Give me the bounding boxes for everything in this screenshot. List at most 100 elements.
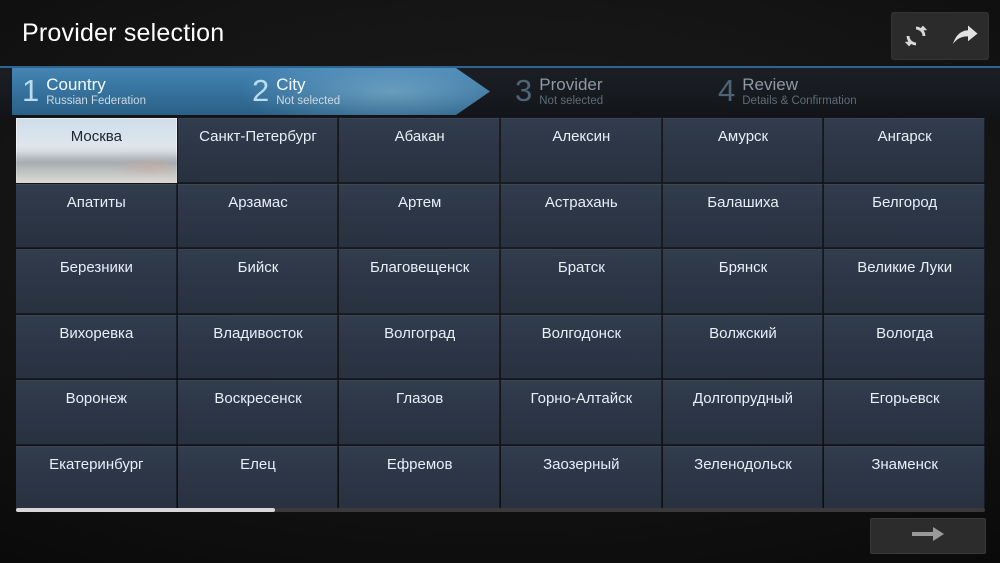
city-cell[interactable]: Елец <box>177 445 339 511</box>
city-cell[interactable]: Брянск <box>662 249 824 314</box>
city-cell[interactable]: Амурск <box>662 118 824 183</box>
city-cell[interactable]: Алексин <box>501 118 662 183</box>
step-city[interactable]: 2 City Not selected <box>252 68 340 115</box>
city-cell[interactable]: Волгодонск <box>501 314 662 380</box>
step-review-number: 4 <box>718 73 736 108</box>
forward-button[interactable] <box>944 15 986 57</box>
city-cell[interactable]: Санкт-Петербург <box>177 118 339 183</box>
city-cell-label: Артем <box>397 193 442 211</box>
city-cell-label: Алексин <box>552 128 611 145</box>
city-cell-label: Брянск <box>718 259 768 277</box>
city-cell-label: Березники <box>59 259 133 277</box>
city-cell[interactable]: Долгопрудный <box>662 380 824 445</box>
city-cell-label: Белгород <box>872 193 938 211</box>
city-cell-label: Волжский <box>709 324 777 342</box>
city-cell[interactable]: Астрахань <box>501 183 662 249</box>
city-cell-label: Зеленодольск <box>694 455 792 473</box>
city-cell[interactable]: Горно-Алтайск <box>501 380 662 445</box>
header-toolbar <box>891 12 989 60</box>
city-cell-label: Благовещенск <box>370 259 470 277</box>
city-cell[interactable]: Воскресенск <box>177 380 339 445</box>
city-cell[interactable]: Москва <box>16 118 177 183</box>
step-provider-number: 3 <box>515 73 533 108</box>
forward-arrow-icon <box>951 24 979 48</box>
city-cell[interactable]: Апатиты <box>16 183 177 249</box>
step-provider-value: Not selected <box>539 95 604 107</box>
city-cell-label: Екатеринбург <box>49 455 144 473</box>
city-cell[interactable]: Егорьевск <box>824 380 985 445</box>
refresh-button[interactable] <box>895 15 937 57</box>
step-breadcrumb: 1 Country Russian Federation 2 City Not … <box>0 66 1000 117</box>
city-cell-label: Санкт-Петербург <box>199 128 317 145</box>
right-arrow-icon <box>911 524 945 549</box>
step-review-label: Review <box>742 75 798 94</box>
city-cell[interactable]: Березники <box>16 249 177 314</box>
city-cell-label: Воронеж <box>65 390 128 408</box>
city-cell[interactable]: Заозерный <box>501 445 662 511</box>
city-cell-label: Астрахань <box>544 193 618 211</box>
city-cell[interactable]: Белгород <box>824 183 985 249</box>
city-cell[interactable]: Екатеринбург <box>16 445 177 511</box>
city-cell-label: Долгопрудный <box>692 390 794 408</box>
city-cell[interactable]: Зеленодольск <box>662 445 824 511</box>
page-title: Provider selection <box>22 19 225 47</box>
city-cell-label: Егорьевск <box>869 390 940 408</box>
step-city-number: 2 <box>252 73 270 108</box>
city-cell[interactable]: Ефремов <box>339 445 500 511</box>
city-cell[interactable]: Вологда <box>824 314 985 380</box>
city-cell[interactable]: Волжский <box>662 314 824 380</box>
city-cell-label: Арзамас <box>228 193 288 211</box>
city-cell[interactable]: Великие Луки <box>824 249 985 314</box>
city-cell-label: Волгоград <box>384 324 456 342</box>
city-thumbnail <box>16 150 177 183</box>
city-cell-label: Балашиха <box>707 193 779 211</box>
city-cell-label: Вологда <box>876 324 934 342</box>
city-cell[interactable]: Ангарск <box>824 118 985 183</box>
footer-bar <box>0 513 1000 563</box>
city-cell-label: Ефремов <box>386 455 453 473</box>
city-cell[interactable]: Знаменск <box>824 445 985 511</box>
city-cell-label: Волгодонск <box>541 324 622 342</box>
step-country-value: Russian Federation <box>46 95 146 107</box>
city-cell-label: Братск <box>557 259 605 277</box>
city-cell-label: Глазов <box>396 390 444 408</box>
city-cell[interactable]: Воронеж <box>16 380 177 445</box>
city-cell-label: Воскресенск <box>214 390 302 408</box>
city-cell[interactable]: Владивосток <box>177 314 339 380</box>
city-cell-label: Апатиты <box>66 193 126 211</box>
refresh-icon <box>903 23 929 49</box>
city-cell-label: Заозерный <box>543 455 620 473</box>
city-cell[interactable]: Глазов <box>339 380 500 445</box>
city-cell[interactable]: Абакан <box>339 118 500 183</box>
step-country[interactable]: 1 Country Russian Federation <box>22 68 146 115</box>
city-cell[interactable]: Волгоград <box>339 314 500 380</box>
city-cell-label: Абакан <box>394 128 445 145</box>
city-cell-label: Вихоревка <box>59 324 134 342</box>
step-review-value: Details & Confirmation <box>742 95 857 107</box>
step-review[interactable]: 4 Review Details & Confirmation <box>718 68 857 115</box>
city-cell-label: Бийск <box>237 259 279 277</box>
city-cell[interactable]: Балашиха <box>662 183 824 249</box>
step-country-label: Country <box>46 75 106 94</box>
step-city-label: City <box>276 75 306 94</box>
city-cell-label: Елец <box>240 455 276 473</box>
step-city-value: Not selected <box>276 95 341 107</box>
city-cell-label: Знаменск <box>871 455 938 473</box>
city-cell-label: Великие Луки <box>857 259 953 277</box>
city-cell[interactable]: Бийск <box>177 249 339 314</box>
city-cell[interactable]: Вихоревка <box>16 314 177 380</box>
city-cell[interactable]: Артем <box>339 183 500 249</box>
city-cell-label: Ангарск <box>877 128 932 145</box>
city-cell-label: Москва <box>70 128 122 145</box>
city-cell[interactable]: Братск <box>501 249 662 314</box>
city-cell[interactable]: Благовещенск <box>339 249 500 314</box>
city-cell[interactable]: Арзамас <box>177 183 339 249</box>
horizontal-scrollbar-thumb[interactable] <box>16 508 276 512</box>
step-provider[interactable]: 3 Provider Not selected <box>515 68 603 115</box>
step-country-number: 1 <box>22 73 40 108</box>
city-grid: Москва Санкт-Петербург Абакан Алексин Амурск… <box>16 118 985 511</box>
next-button[interactable] <box>870 518 986 554</box>
provider-selection-screen: Provider selection 1 Country Russian Fed… <box>0 0 1000 563</box>
horizontal-scrollbar-track[interactable] <box>16 508 985 512</box>
step-provider-label: Provider <box>539 75 603 94</box>
